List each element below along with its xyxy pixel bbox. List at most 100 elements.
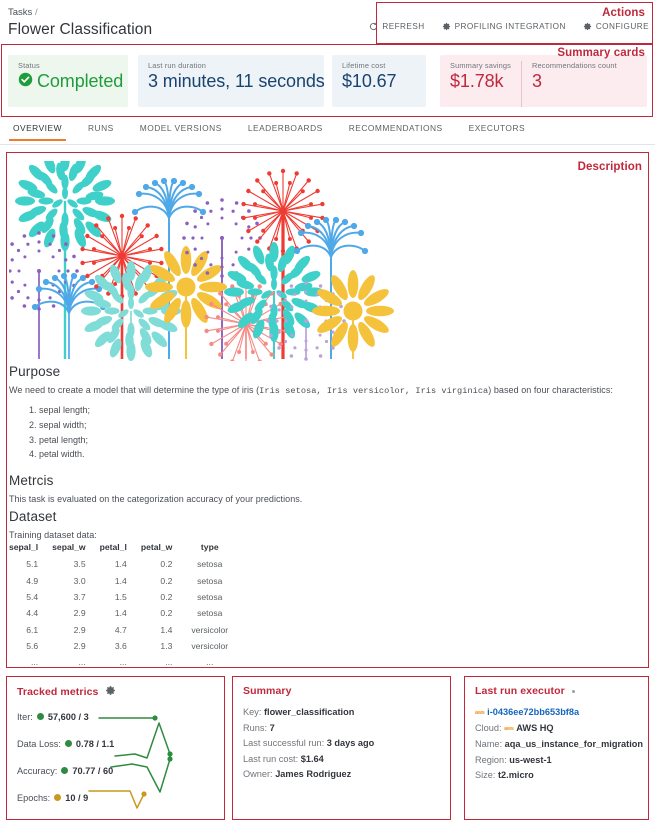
metric-value: 0.78 / 1.1 <box>75 738 115 749</box>
cell-sepal-w: ... <box>78 657 86 668</box>
tab-executors[interactable]: EXECUTORS <box>456 119 538 141</box>
profiling-integration-button[interactable]: PROFILING INTEGRATION <box>442 22 566 31</box>
summary-last-run-value: 3 days ago <box>326 738 375 748</box>
gear-icon <box>583 22 592 31</box>
executor-size-label: Size: <box>475 770 496 780</box>
lifetime-cost-card: Lifetime cost $10.67 <box>332 55 426 107</box>
savings-recommendations-card[interactable]: Summary savings $1.78k Recommendations c… <box>440 55 647 107</box>
purpose-heading: Purpose <box>9 364 61 379</box>
executor-region-row: Region: us-west-1 <box>475 753 642 769</box>
tab-model-versions[interactable]: MODEL VERSIONS <box>127 119 235 141</box>
cell-petal-l: 1.4 <box>114 608 127 619</box>
column-header-type: type <box>200 542 219 552</box>
cell-petal-w: 0.2 <box>160 608 173 619</box>
column-header-sepal-w: sepal_w <box>52 542 86 552</box>
last-run-duration-card: Last run duration 3 minutes, 11 seconds <box>138 55 325 107</box>
executor-size-row: Size: t2.micro <box>475 768 642 784</box>
summary-panel-body: Key: flower_classification Runs: 7 Last … <box>243 705 444 783</box>
purpose-species: Iris setosa, Iris versicolor, Iris virgi… <box>259 386 489 396</box>
summary-item-owner: Owner: James Rodriguez <box>243 767 444 783</box>
summary-savings-section: Summary savings $1.78k <box>440 61 521 107</box>
tab-recommendations[interactable]: RECOMMENDATIONS <box>336 119 456 141</box>
refresh-button[interactable]: REFRESH <box>369 22 424 31</box>
table-row: 4.9 3.0 1.4 0.2 setosa <box>7 572 235 588</box>
check-circle-icon <box>18 71 33 92</box>
gear-icon <box>442 22 451 31</box>
tab-bar: OVERVIEW RUNS MODEL VERSIONS LEADERBOARD… <box>0 119 655 145</box>
cell-petal-w: 0.2 <box>160 591 173 602</box>
cell-type: ... <box>206 657 214 668</box>
list-item: petal length; <box>39 435 90 445</box>
aws-icon: aws <box>475 709 485 716</box>
page-header: Tasks / Flower Classification REFRESH PR… <box>0 0 655 46</box>
header-actions: REFRESH PROFILING INTEGRATION CONFIGURE <box>369 22 649 31</box>
cell-sepal-l: 5.4 <box>26 591 39 602</box>
cell-sepal-w: 2.9 <box>73 608 86 619</box>
executor-instance-id[interactable]: i-0436ee72bb653bf8a <box>487 707 579 717</box>
tab-runs[interactable]: RUNS <box>75 119 127 141</box>
cell-sepal-l: 5.1 <box>26 559 39 570</box>
summary-last-run-label: Last successful run: <box>243 738 325 748</box>
cell-sepal-l: 5.6 <box>26 641 39 652</box>
profiling-integration-label: PROFILING INTEGRATION <box>454 22 566 31</box>
status-card: Status Completed <box>8 55 128 107</box>
summary-runs-label: Runs: <box>243 722 268 733</box>
cell-type: setosa <box>197 575 223 586</box>
breadcrumb-separator: / <box>34 7 38 18</box>
table-row: ... ... ... ... ... <box>7 654 235 668</box>
cell-petal-w: 0.2 <box>160 575 173 586</box>
cell-petal-l: 1.5 <box>114 591 127 602</box>
cell-petal-l: 1.4 <box>114 575 127 586</box>
configure-button[interactable]: CONFIGURE <box>583 22 649 31</box>
table-row: 5.4 3.7 1.5 0.2 setosa <box>7 589 235 605</box>
savings-card-label: Summary savings <box>450 61 511 70</box>
executor-region-label: Region: <box>475 754 507 765</box>
executor-panel-body: aws i-0436ee72bb653bf8a Cloud: aws AWS H… <box>475 705 643 784</box>
cell-petal-l: 3.6 <box>114 641 127 652</box>
executor-panel-title-row: Last run executor <box>475 685 575 697</box>
executor-cloud-row: Cloud: aws AWS HQ <box>475 721 642 737</box>
cell-type: setosa <box>197 559 223 570</box>
task-detail-page: Tasks / Flower Classification REFRESH PR… <box>0 0 655 826</box>
refresh-label: REFRESH <box>382 22 425 31</box>
refresh-icon <box>369 22 378 31</box>
list-item: sepal width; <box>39 420 90 430</box>
cell-sepal-w: 3.0 <box>73 575 86 586</box>
summary-owner-label: Owner: <box>243 769 273 779</box>
gear-icon[interactable] <box>105 685 116 699</box>
purpose-text-before: We need to create a model that will dete… <box>9 385 260 395</box>
status-card-value: Completed <box>37 71 124 91</box>
more-options-icon[interactable] <box>571 689 575 693</box>
breadcrumb-root[interactable]: Tasks <box>8 7 32 18</box>
summary-runs-value: 7 <box>269 722 275 733</box>
summary-item-runs: Runs: 7 <box>243 721 444 737</box>
summary-item-last-successful-run: Last successful run: 3 days ago <box>243 736 444 752</box>
tab-leaderboards[interactable]: LEADERBOARDS <box>235 119 336 141</box>
summary-cost-value: $1.64 <box>300 753 324 764</box>
description-annotation-label: Description <box>577 161 642 173</box>
metrics-text: This task is evaluated on the categoriza… <box>9 494 303 504</box>
page-title: Flower Classification <box>8 21 153 38</box>
executor-region-value: us-west-1 <box>509 754 552 765</box>
tab-overview[interactable]: OVERVIEW <box>0 119 75 141</box>
dataset-caption: Training dataset data: <box>9 530 97 540</box>
tracked-metric-data-loss: Data Loss: 0.78 / 1.1 <box>17 739 114 749</box>
summary-key-label: Key: <box>243 707 262 717</box>
recommendations-card-value: 3 <box>531 71 542 91</box>
purpose-text-after: ) based on four characteristics: <box>488 385 613 395</box>
summary-key-value: flower_classification <box>263 707 355 717</box>
cell-petal-l: 4.7 <box>114 624 127 635</box>
table-header-row: sepal_l sepal_w petal_l petal_w type <box>7 542 235 556</box>
cell-sepal-l: 6.1 <box>26 624 39 635</box>
description-panel: Description Purpose We need to create a … <box>6 152 649 668</box>
cell-sepal-w: 3.7 <box>73 591 86 602</box>
executor-name-value: aqa_us_instance_for_migration <box>504 739 643 749</box>
cell-sepal-l: ... <box>30 657 39 668</box>
last-run-executor-panel: Last run executor aws i-0436ee72bb653bf8… <box>464 676 649 820</box>
cell-sepal-w: 2.9 <box>73 624 86 635</box>
executor-instance-row[interactable]: aws i-0436ee72bb653bf8a <box>475 705 642 721</box>
characteristics-list: sepal length; sepal width; petal length;… <box>9 405 90 464</box>
executor-size-value: t2.micro <box>498 770 534 780</box>
metric-name: Iter: <box>17 711 33 722</box>
summary-owner-value: James Rodriguez <box>275 769 352 779</box>
